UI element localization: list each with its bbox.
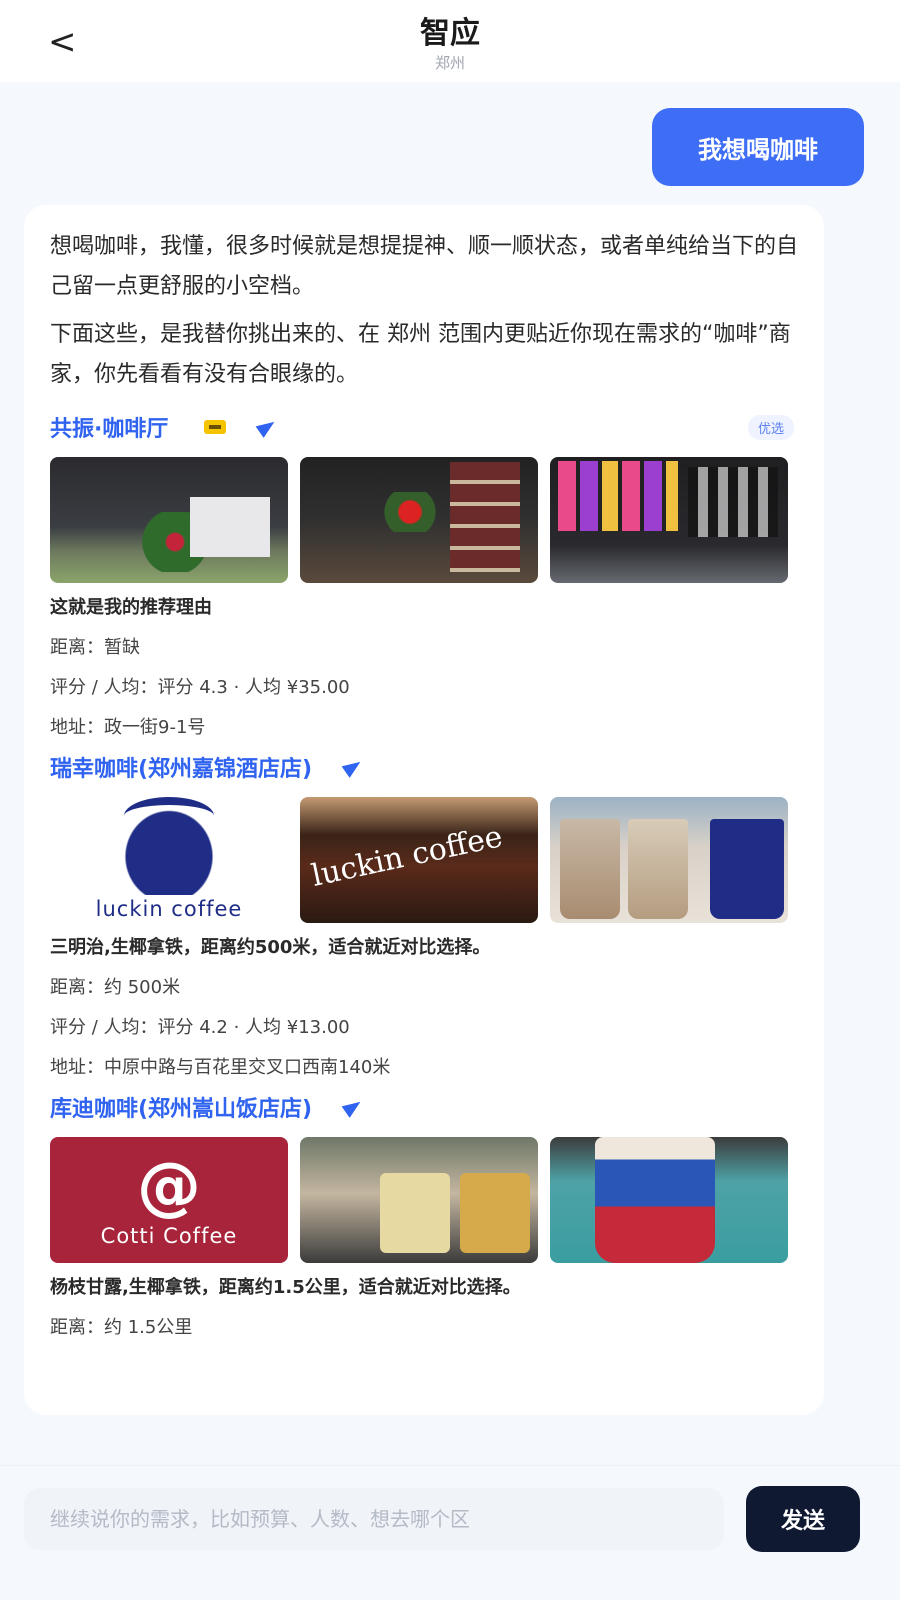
navigate-icon[interactable] — [342, 757, 362, 777]
merchant-card[interactable]: 共振·咖啡厅 优选 这就是我的推荐理由 距离：暂缺 评分 / 人均：评分 4.3… — [50, 407, 798, 741]
logo-wordmark: luckin coffee — [95, 897, 243, 921]
navigate-icon[interactable] — [256, 417, 276, 437]
drinks-photo[interactable] — [300, 1137, 538, 1263]
merchant-photos: luckin coffee luckin coffee — [50, 797, 798, 923]
city-subtitle: 郑州 — [434, 54, 465, 72]
address-text: 地址：政一街9-1号 — [50, 717, 206, 738]
store-sign-photo[interactable]: luckin coffee — [300, 797, 538, 923]
recommend-reason: 三明治,生椰拿铁，距离约500米，适合就近对比选择。 — [50, 937, 491, 958]
recommend-reason: 杨枝甘露,生椰拿铁，距离约1.5公里，适合就近对比选择。 — [50, 1277, 521, 1298]
address-text: 地址：中原中路与百花里交叉口西南140米 — [50, 1057, 391, 1078]
merchant-header: 共振·咖啡厅 优选 — [50, 407, 798, 447]
merchant-photos: @ Cotti Coffee — [50, 1137, 798, 1263]
assistant-intro-2: 下面这些，是我替你挑出来的、在 郑州 范围内更贴近你现在需求的“咖啡”商家，你先… — [50, 322, 791, 387]
entrance-photo[interactable] — [300, 457, 538, 583]
assistant-intro-1: 想喝咖啡，我懂，很多时候就是想提提神、顺一顺状态，或者单纯给当下的自己留一点更舒… — [50, 234, 799, 299]
composer-bar: 发送 — [0, 1465, 900, 1600]
luckin-logo-photo[interactable]: luckin coffee — [50, 797, 288, 923]
featured-tag: 优选 — [747, 415, 794, 440]
rating-price-text: 评分 / 人均：评分 4.3 · 人均 ¥35.00 — [50, 677, 350, 698]
cotti-logo-photo[interactable]: @ Cotti Coffee — [50, 1137, 288, 1263]
interior-photo[interactable] — [550, 457, 788, 583]
merchant-name[interactable]: 瑞幸咖啡(郑州嘉锦酒店店) — [50, 751, 312, 783]
at-logo-icon: @ — [137, 1150, 201, 1224]
store-sign-text: luckin coffee — [308, 819, 506, 894]
user-message-bubble: 我想喝咖啡 — [652, 108, 864, 186]
logo-wordmark: Cotti Coffee — [100, 1224, 238, 1248]
merchant-name[interactable]: 共振·咖啡厅 — [50, 411, 168, 443]
merchant-header: 库迪咖啡(郑州嵩山饭店店) — [50, 1087, 798, 1127]
merchant-card[interactable]: 库迪咖啡(郑州嵩山饭店店) @ Cotti Coffee 杨枝甘露,生椰拿铁，距… — [50, 1087, 798, 1341]
assistant-message-card: 想喝咖啡，我懂，很多时候就是想提提神、顺一顺状态，或者单纯给当下的自己留一点更舒… — [24, 205, 824, 1415]
merchant-name[interactable]: 库迪咖啡(郑州嵩山饭店店) — [50, 1091, 312, 1123]
distance-text: 距离：暂缺 — [50, 637, 140, 658]
merchant-photos — [50, 457, 798, 583]
message-input[interactable] — [24, 1488, 724, 1550]
page-title: 智应 — [420, 16, 480, 51]
meituan-badge-icon — [204, 420, 227, 434]
recommend-reason: 这就是我的推荐理由 — [50, 597, 212, 618]
merchant-card[interactable]: 瑞幸咖啡(郑州嘉锦酒店店) luckin coffee luckin coffe… — [50, 747, 798, 1081]
distance-text: 距离：约 500米 — [50, 977, 181, 998]
send-button[interactable]: 发送 — [746, 1486, 860, 1552]
navigate-icon[interactable] — [342, 1097, 362, 1117]
storefront-photo[interactable] — [50, 457, 288, 583]
drinks-photo[interactable] — [550, 797, 788, 923]
merchant-header: 瑞幸咖啡(郑州嘉锦酒店店) — [50, 747, 798, 787]
rating-price-text: 评分 / 人均：评分 4.2 · 人均 ¥13.00 — [50, 1017, 350, 1038]
deer-logo-icon — [114, 797, 224, 895]
cup-photo[interactable] — [550, 1137, 788, 1263]
distance-text: 距离：约 1.5公里 — [50, 1317, 193, 1338]
top-bar: < 智应 郑州 — [0, 0, 900, 82]
